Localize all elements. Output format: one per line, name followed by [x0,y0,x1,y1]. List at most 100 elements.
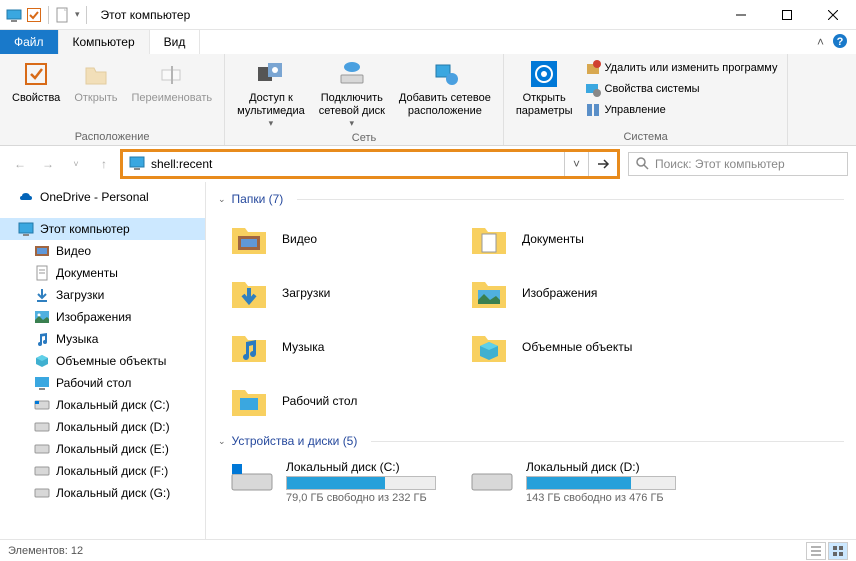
open-button: Открыть [68,56,123,107]
open-settings-button[interactable]: Открыть параметры [510,56,579,120]
address-dropdown[interactable]: ˅ [565,152,589,176]
drive-icon [34,441,50,457]
map-drive-button[interactable]: Подключить сетевой диск▾ [313,56,391,131]
properties-button[interactable]: Свойства [6,56,66,107]
forward-button[interactable]: → [36,152,60,176]
search-icon [635,156,649,173]
checkbox-icon[interactable] [26,7,42,23]
sidebar-item-desktop[interactable]: Рабочий стол [0,372,205,394]
address-bar[interactable] [123,152,565,176]
recent-dropdown[interactable]: ˅ [64,152,88,176]
ribbon: Свойства Открыть Переименовать Расположе… [0,54,856,146]
quick-access-toolbar: ▾ Этот компьютер [0,6,190,24]
sidebar-item-diskd[interactable]: Локальный диск (D:) [0,416,205,438]
sidebar-item-pictures[interactable]: Изображения [0,306,205,328]
addnet-icon [429,58,461,90]
maximize-button[interactable] [764,0,810,30]
separator [86,6,87,24]
folder-documents[interactable]: Документы [458,212,698,266]
collapse-ribbon-icon[interactable]: ˄ [817,35,824,49]
drive-d[interactable]: Локальный диск (D:) 143 ГБ свободно из 4… [458,454,698,510]
folder-pictures[interactable]: Изображения [458,266,698,320]
svg-text:?: ? [837,36,844,48]
desktop-icon [34,375,50,391]
uninstall-icon [585,60,601,76]
system-props-button[interactable]: Свойства системы [581,79,782,99]
drive-c[interactable]: Локальный диск (C:) 79,0 ГБ свободно из … [218,454,458,510]
file-icon [55,7,71,23]
window-title: Этот компьютер [101,8,191,22]
sidebar-item-documents[interactable]: Документы [0,262,205,284]
uninstall-button[interactable]: Удалить или изменить программу [581,58,782,78]
content-pane[interactable]: ⌄ Папки (7) Видео Документы Загрузки Изо… [206,182,856,539]
drive-icon [34,485,50,501]
up-button[interactable]: ↑ [92,152,116,176]
download-icon [34,287,50,303]
sidebar-item-downloads[interactable]: Загрузки [0,284,205,306]
folder-downloads[interactable]: Загрузки [218,266,458,320]
media-access-button[interactable]: Доступ к мультимедиа▾ [231,56,311,131]
monitor-icon [129,156,145,173]
folders-grid: Видео Документы Загрузки Изображения Муз… [218,212,844,428]
folder-desktop[interactable]: Рабочий стол [218,374,458,428]
address-bar-highlight: ˅ [120,149,620,179]
drive-icon [34,419,50,435]
help-icon[interactable]: ? [832,33,848,52]
navigation-bar: ← → ˅ ↑ ˅ Поиск: Этот компьютер [0,146,856,182]
ribbon-tabs: Файл Компьютер Вид ˄ ? [0,30,856,54]
drives-grid: Локальный диск (C:) 79,0 ГБ свободно из … [218,454,844,510]
navigation-pane[interactable]: OneDrive - Personal Этот компьютер Видео… [0,182,206,539]
ribbon-group-location: Свойства Открыть Переименовать Расположе… [0,54,225,145]
ribbon-group-system: Открыть параметры Удалить или изменить п… [504,54,789,145]
section-drives[interactable]: ⌄ Устройства и диски (5) [218,428,844,454]
go-button[interactable] [589,152,617,176]
media-icon [255,58,287,90]
section-folders[interactable]: ⌄ Папки (7) [218,186,844,212]
window-controls [718,0,856,30]
open-icon [80,58,112,90]
close-button[interactable] [810,0,856,30]
sidebar-item-video[interactable]: Видео [0,240,205,262]
document-icon [34,265,50,281]
sidebar-item-thispc[interactable]: Этот компьютер [0,218,205,240]
monitor-icon [18,221,34,237]
manage-icon [585,102,601,118]
music-icon [34,331,50,347]
search-box[interactable]: Поиск: Этот компьютер [628,152,848,176]
sidebar-item-diske[interactable]: Локальный диск (E:) [0,438,205,460]
folder-3dobjects[interactable]: Объемные объекты [458,320,698,374]
sidebar-item-diskc[interactable]: Локальный диск (C:) [0,394,205,416]
video-icon [34,243,50,259]
separator [48,6,49,24]
item-count: Элементов: 12 [8,545,83,557]
title-bar: ▾ Этот компьютер [0,0,856,30]
tab-computer[interactable]: Компьютер [59,30,150,54]
sidebar-item-diskf[interactable]: Локальный диск (F:) [0,460,205,482]
cube-icon [34,353,50,369]
sysprops-icon [585,81,601,97]
tab-file[interactable]: Файл [0,30,59,54]
chevron-down-icon[interactable]: ▾ [75,9,80,20]
add-network-button[interactable]: Добавить сетевое расположение [393,56,497,120]
sidebar-item-music[interactable]: Музыка [0,328,205,350]
details-view-button[interactable] [806,542,826,560]
icons-view-button[interactable] [828,542,848,560]
folder-music[interactable]: Музыка [218,320,458,374]
sidebar-item-3dobjects[interactable]: Объемные объекты [0,350,205,372]
folder-video[interactable]: Видео [218,212,458,266]
back-button[interactable]: ← [8,152,32,176]
minimize-button[interactable] [718,0,764,30]
rename-button: Переименовать [126,56,219,107]
status-bar: Элементов: 12 [0,539,856,561]
drive-icon [468,460,516,496]
picture-icon [34,309,50,325]
sidebar-item-diskg[interactable]: Локальный диск (G:) [0,482,205,504]
address-input[interactable] [151,157,558,171]
tab-view[interactable]: Вид [150,30,201,54]
sidebar-item-onedrive[interactable]: OneDrive - Personal [0,186,205,208]
ribbon-group-network: Доступ к мультимедиа▾ Подключить сетевой… [225,54,504,145]
drive-icon [228,460,276,496]
drive-usage-bar [526,476,676,490]
drive-usage-bar [286,476,436,490]
manage-button[interactable]: Управление [581,100,782,120]
